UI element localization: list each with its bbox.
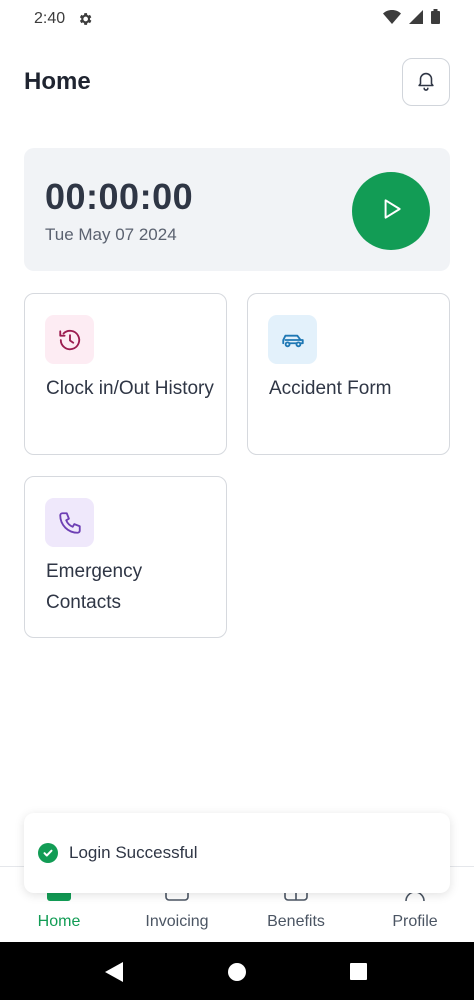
timer-card: 00:00:00 Tue May 07 2024 bbox=[24, 148, 450, 271]
wifi-icon bbox=[383, 9, 401, 29]
page-title: Home bbox=[24, 68, 91, 95]
status-bar: 2:40 bbox=[0, 0, 474, 38]
tile-label: Clock in/Out History bbox=[46, 378, 214, 399]
tile-label: Accident Form bbox=[269, 378, 392, 399]
tile-accident-form[interactable]: Accident Form bbox=[247, 293, 450, 455]
nav-label: Home bbox=[37, 913, 81, 930]
status-time: 2:40 bbox=[34, 10, 66, 27]
play-icon bbox=[378, 196, 404, 227]
toast-notification: Login Successful bbox=[24, 813, 450, 893]
nav-label: Benefits bbox=[267, 913, 325, 930]
notifications-button[interactable] bbox=[402, 58, 450, 106]
tile-emergency-contacts[interactable]: Emergency Contacts bbox=[24, 476, 227, 638]
recents-icon[interactable] bbox=[350, 963, 367, 980]
back-icon[interactable] bbox=[105, 962, 123, 987]
timer-value: 00:00:00 bbox=[45, 176, 194, 217]
check-circle-icon bbox=[38, 843, 58, 863]
toast-message: Login Successful bbox=[69, 843, 198, 862]
tile-label: Emergency Contacts bbox=[46, 561, 143, 613]
cell-signal-icon bbox=[409, 9, 423, 29]
nav-label: Invoicing bbox=[145, 913, 209, 930]
start-timer-button[interactable] bbox=[352, 172, 430, 250]
header: Home bbox=[24, 57, 450, 107]
bell-icon bbox=[415, 69, 437, 96]
nav-label: Profile bbox=[392, 913, 438, 930]
settings-gear-icon bbox=[77, 11, 93, 27]
car-icon bbox=[268, 315, 317, 364]
system-nav-bar bbox=[0, 942, 474, 1000]
timer-date: Tue May 07 2024 bbox=[45, 225, 177, 244]
tile-clock-history[interactable]: Clock in/Out History bbox=[24, 293, 227, 455]
clock-history-icon bbox=[45, 315, 94, 364]
phone-icon bbox=[45, 498, 94, 547]
battery-icon bbox=[431, 9, 440, 29]
home-circle-icon[interactable] bbox=[228, 963, 246, 981]
